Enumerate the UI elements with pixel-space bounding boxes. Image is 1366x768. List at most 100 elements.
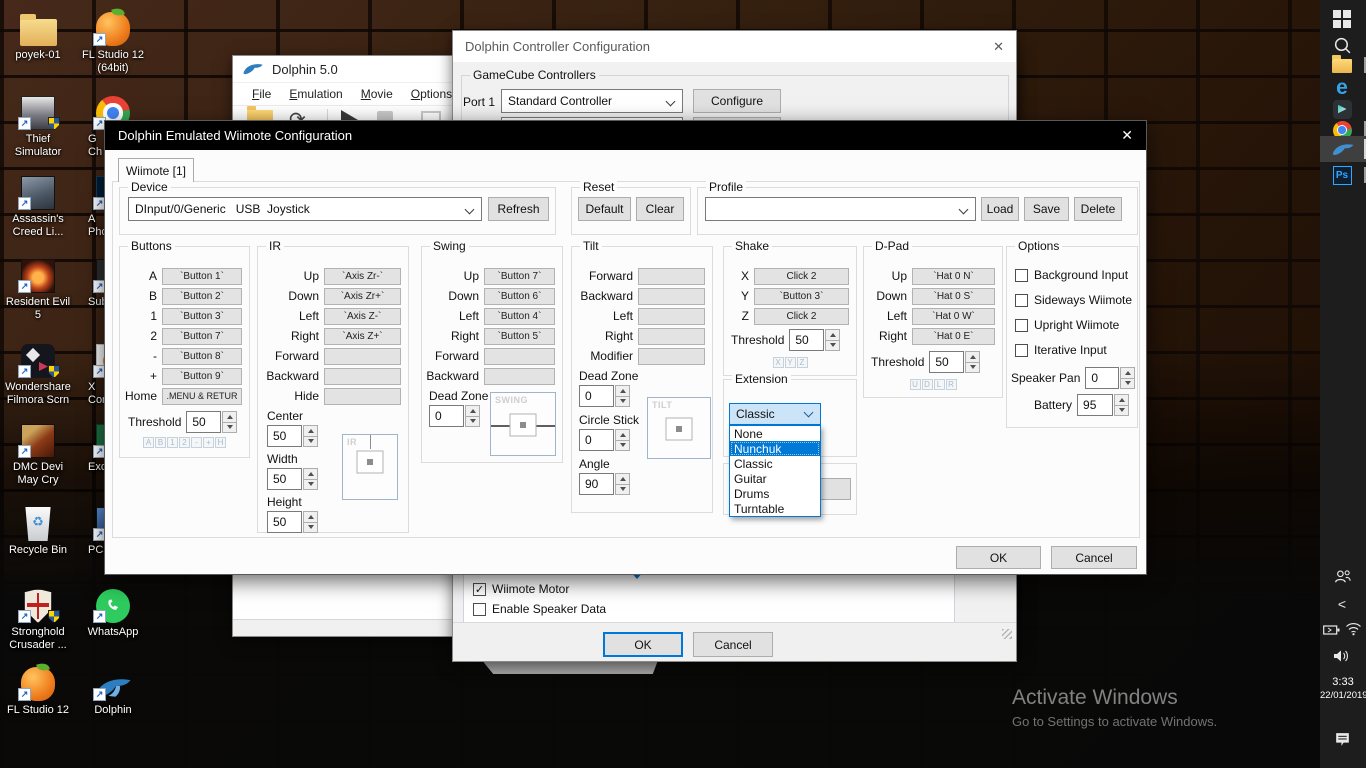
swing-deadzone-stepper[interactable]	[465, 405, 480, 427]
clear-button[interactable]: Clear	[636, 197, 684, 221]
port1-configure-button[interactable]: Configure	[693, 89, 781, 113]
menu-emulation[interactable]: Emulation	[280, 87, 351, 101]
buttons-threshold-input[interactable]: 50	[186, 411, 221, 433]
mapping-button-1[interactable]: `Button 3`	[162, 308, 242, 325]
extension-option-turntable[interactable]: Turntable	[730, 501, 820, 516]
wifi-status[interactable]	[1342, 618, 1364, 638]
desktop-icon-dolphin[interactable]: ↗ Dolphin	[75, 663, 151, 717]
port1-select[interactable]: Standard Controller	[501, 89, 683, 113]
tilt-angle-input[interactable]: 90	[579, 473, 614, 495]
desktop-icon-thief-simulator[interactable]: ↗ ThiefSimulator	[0, 92, 76, 159]
extension-option-guitar[interactable]: Guitar	[730, 471, 820, 486]
desktop-icon-assassins-creed[interactable]: ↗ Assassin'sCreed Li...	[0, 172, 76, 239]
load-button[interactable]: Load	[981, 197, 1019, 221]
desktop-icon-resident-evil-5[interactable]: ↗ Resident Evil5	[0, 255, 76, 322]
wiimote-motor-checkbox[interactable]: ✓	[473, 583, 486, 596]
tilt-left-button[interactable]	[638, 308, 705, 325]
file-explorer-button[interactable]	[1320, 56, 1364, 76]
swing-right-button[interactable]: `Button 5`	[484, 328, 555, 345]
device-select[interactable]: DInput/0/Generic USB Joystick	[128, 197, 482, 221]
extension-option-nunchuk[interactable]: Nunchuk	[730, 441, 820, 456]
filmora-button[interactable]	[1320, 99, 1364, 119]
ir-center-input[interactable]: 50	[267, 425, 302, 447]
tilt-backward-button[interactable]	[638, 288, 705, 305]
tilt-deadzone-input[interactable]: 0	[579, 385, 614, 407]
dpad-threshold-input[interactable]: 50	[929, 351, 964, 373]
mapping-button-b[interactable]: `Button 2`	[162, 288, 242, 305]
enable-speaker-checkbox[interactable]	[473, 603, 486, 616]
menu-movie[interactable]: Movie	[352, 87, 402, 101]
config-ok-button[interactable]: OK	[603, 632, 683, 657]
sideways-wiimote-checkbox[interactable]	[1015, 294, 1028, 307]
extension-option-drums[interactable]: Drums	[730, 486, 820, 501]
menu-file[interactable]: File	[243, 87, 280, 101]
controller-titlebar[interactable]: Dolphin Controller Configuration ✕	[453, 31, 1016, 62]
people-button[interactable]	[1320, 566, 1364, 588]
shake-y-button[interactable]: `Button 3`	[754, 288, 849, 305]
profile-select[interactable]	[705, 197, 976, 221]
wiimote-ok-button[interactable]: OK	[956, 546, 1041, 569]
ir-forward-button[interactable]	[324, 348, 401, 365]
tilt-circlestick-input[interactable]: 0	[579, 429, 614, 451]
mapping-button-minus[interactable]: `Button 8`	[162, 348, 242, 365]
clock[interactable]: 3:33 22/01/2019	[1320, 676, 1366, 701]
ir-width-input[interactable]: 50	[267, 468, 302, 490]
wiimote-titlebar[interactable]: Dolphin Emulated Wiimote Configuration ✕	[105, 121, 1146, 150]
tilt-right-button[interactable]	[638, 328, 705, 345]
ir-height-stepper[interactable]	[303, 511, 318, 533]
speaker-pan-stepper[interactable]	[1120, 367, 1135, 389]
save-button[interactable]: Save	[1024, 197, 1069, 221]
search-button[interactable]	[1320, 34, 1364, 56]
ir-down-button[interactable]: `Axis Zr+`	[324, 288, 401, 305]
ir-center-stepper[interactable]	[303, 425, 318, 447]
swing-forward-button[interactable]	[484, 348, 555, 365]
desktop-icon-wondershare-filmora[interactable]: ↗ WondershareFilmora Scrn	[0, 340, 76, 407]
desktop-icon-poyek-01[interactable]: poyek-01	[0, 8, 76, 62]
desktop-icon-fl-studio-64[interactable]: ↗ FL Studio 12(64bit)	[75, 8, 151, 75]
desktop-icon-fl-studio[interactable]: ↗ FL Studio 12	[0, 663, 76, 717]
tilt-deadzone-stepper[interactable]	[615, 385, 630, 407]
battery-input[interactable]: 95	[1077, 394, 1113, 416]
dpad-right-button[interactable]: `Hat 0 E`	[912, 328, 995, 345]
shake-x-button[interactable]: Click 2	[754, 268, 849, 285]
extension-option-none[interactable]: None	[730, 426, 820, 441]
tilt-angle-stepper[interactable]	[615, 473, 630, 495]
ir-left-button[interactable]: `Axis Z-`	[324, 308, 401, 325]
iterative-input-checkbox[interactable]	[1015, 344, 1028, 357]
dpad-left-button[interactable]: `Hat 0 W`	[912, 308, 995, 325]
mapping-button-plus[interactable]: `Button 9`	[162, 368, 242, 385]
refresh-button[interactable]: Refresh	[488, 197, 549, 221]
speaker-pan-input[interactable]: 0	[1085, 367, 1119, 389]
wiimote-cancel-button[interactable]: Cancel	[1051, 546, 1137, 569]
ir-width-stepper[interactable]	[303, 468, 318, 490]
photoshop-button[interactable]: Ps	[1320, 165, 1364, 185]
dolphin-taskbar-button[interactable]	[1320, 136, 1366, 162]
ir-hide-button[interactable]	[324, 388, 401, 405]
dpad-up-button[interactable]: `Hat 0 N`	[912, 268, 995, 285]
mapping-button-2[interactable]: `Button 7`	[162, 328, 242, 345]
shake-threshold-input[interactable]: 50	[789, 329, 824, 351]
ir-backward-button[interactable]	[324, 368, 401, 385]
mapping-button-home[interactable]: .MENU & RETUR	[162, 388, 242, 405]
desktop-icon-whatsapp[interactable]: ↗ WhatsApp	[75, 585, 151, 639]
close-icon[interactable]: ✕	[993, 39, 1004, 55]
mapping-button-a[interactable]: `Button 1`	[162, 268, 242, 285]
shake-z-button[interactable]: Click 2	[754, 308, 849, 325]
swing-up-button[interactable]: `Button 7`	[484, 268, 555, 285]
desktop-icon-recycle-bin[interactable]: Recycle Bin	[0, 503, 76, 557]
swing-down-button[interactable]: `Button 6`	[484, 288, 555, 305]
delete-button[interactable]: Delete	[1074, 197, 1122, 221]
ir-height-input[interactable]: 50	[267, 511, 302, 533]
battery-stepper[interactable]	[1114, 394, 1129, 416]
volume-status[interactable]	[1320, 646, 1364, 666]
shake-threshold-stepper[interactable]	[825, 329, 840, 351]
close-icon[interactable]: ✕	[1121, 127, 1133, 144]
background-input-checkbox[interactable]	[1015, 269, 1028, 282]
extension-select[interactable]: Classic	[729, 403, 821, 425]
swing-deadzone-input[interactable]: 0	[429, 405, 464, 427]
buttons-threshold-stepper[interactable]	[222, 411, 237, 433]
resize-grip[interactable]	[1002, 629, 1012, 639]
swing-backward-button[interactable]	[484, 368, 555, 385]
desktop-icon-stronghold[interactable]: ↗ StrongholdCrusader ...	[0, 585, 76, 652]
action-center-button[interactable]	[1320, 728, 1364, 750]
